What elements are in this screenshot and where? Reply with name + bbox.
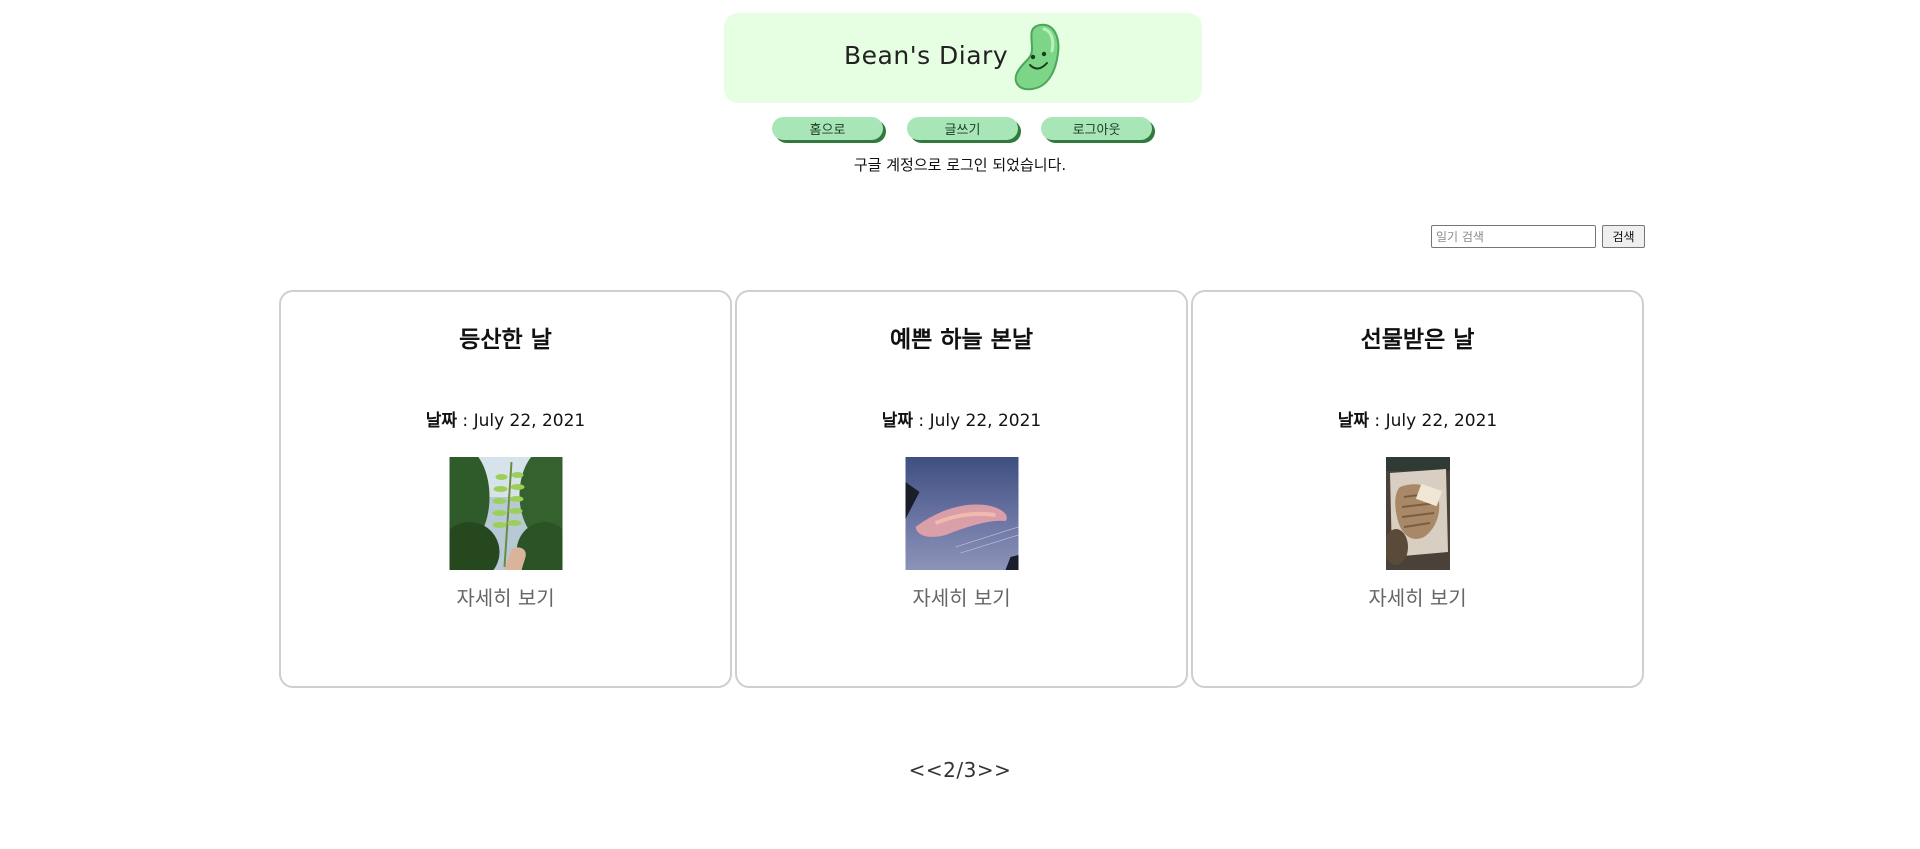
date-label: 날짜	[881, 411, 914, 431]
diary-card-date: 날짜 : July 22, 2021	[281, 406, 730, 431]
date-value: : July 22, 2021	[457, 411, 586, 431]
date-label: 날짜	[425, 411, 458, 431]
current-page: 2	[943, 758, 957, 782]
diary-search-input[interactable]	[1431, 225, 1596, 248]
prev-page-link[interactable]: <<	[909, 758, 944, 782]
search-button[interactable]: 검색	[1602, 225, 1645, 248]
total-pages: 3	[963, 758, 977, 782]
site-header: Bean's Diary	[724, 13, 1202, 103]
diary-card-title: 예쁜 하늘 본날	[890, 327, 1033, 353]
leaf-branch-photo	[449, 457, 562, 570]
home-button[interactable]: 홈으로	[772, 117, 883, 140]
diary-card-date: 날짜 : July 22, 2021	[1193, 406, 1642, 431]
view-details-link[interactable]: 자세히 보기	[281, 582, 730, 611]
diary-card-title: 선물받은 날	[1360, 327, 1475, 353]
page-separator: /	[956, 758, 964, 782]
diary-card: 예쁜 하늘 본날 날짜 : July 22, 2021 자세히 보기	[735, 290, 1188, 688]
login-status-text: 구글 계정으로 로그인 되었습니다.	[853, 156, 1067, 174]
pagination: <<2/3>>	[0, 758, 1920, 782]
diary-card: 등산한 날 날짜 : July 22, 2021 자세히 보기	[279, 290, 732, 688]
write-button[interactable]: 글쓰기	[907, 117, 1018, 140]
view-details-link[interactable]: 자세히 보기	[737, 582, 1186, 611]
sunset-sky-photo	[905, 457, 1018, 570]
next-page-link[interactable]: >>	[977, 758, 1012, 782]
diary-card-date: 날짜 : July 22, 2021	[737, 406, 1186, 431]
date-value: : July 22, 2021	[913, 411, 1042, 431]
date-value: : July 22, 2021	[1369, 411, 1498, 431]
view-details-link[interactable]: 자세히 보기	[1193, 582, 1642, 611]
site-title: Bean's Diary	[844, 41, 1009, 70]
page: Bean's Diary 홈으로 글쓰기 로그아웃 구글 계정으로 로그인 되었…	[0, 0, 1920, 849]
gift-box-photo	[1385, 457, 1450, 570]
diary-card-title: 등산한 날	[459, 327, 552, 353]
date-label: 날짜	[1337, 411, 1370, 431]
diary-card: 선물받은 날 날짜 : July 22, 2021 자세히 보기	[1191, 290, 1644, 688]
bean-smiley-icon	[1014, 23, 1060, 91]
logout-button[interactable]: 로그아웃	[1041, 117, 1152, 140]
